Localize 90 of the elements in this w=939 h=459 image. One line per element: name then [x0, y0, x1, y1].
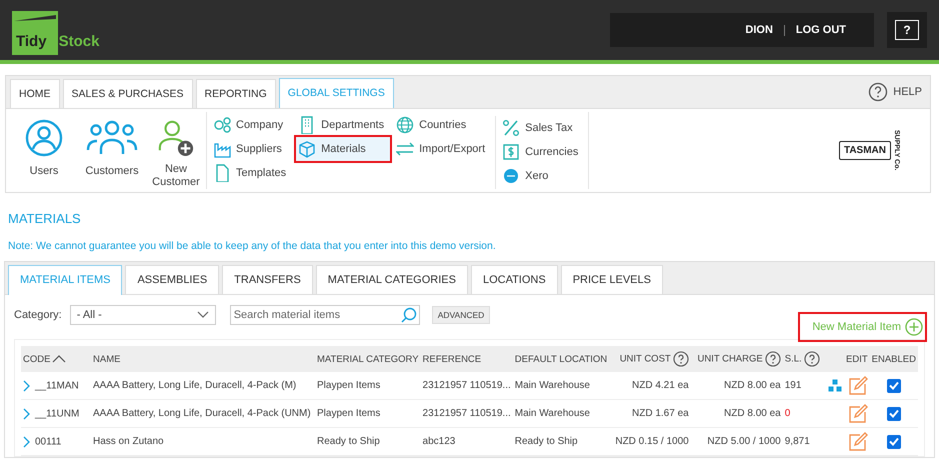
- add-circle-icon: [905, 318, 923, 336]
- checkbox[interactable]: [886, 434, 901, 448]
- user-name[interactable]: DION: [745, 24, 773, 36]
- table-cell: __11MAN: [35, 380, 79, 392]
- ribbon-link[interactable]: Currencies: [500, 140, 584, 164]
- ribbon-link[interactable]: Sales Tax: [500, 116, 584, 140]
- table-cell: 23121957 110519...: [422, 380, 511, 391]
- help-icon: [868, 82, 888, 102]
- table-cell: NZD 1.67 ea: [632, 408, 689, 419]
- table-cell: Playpen Items: [317, 408, 380, 419]
- table-cell: Main Warehouse: [514, 380, 590, 391]
- column-header: REFERENCE: [420, 346, 513, 372]
- note-text: Note: We cannot guarantee you will be able to keep any of the data that you enter into this demo version.: [8, 240, 497, 252]
- table-cell: 23121957 110519...: [422, 408, 511, 419]
- add-user-icon: [156, 118, 196, 156]
- table-cell: Main Warehouse: [514, 408, 590, 419]
- page-title: MATERIALS: [8, 211, 82, 226]
- ribbon-link[interactable]: Materials: [296, 137, 390, 161]
- table-cell: AAAA Battery, Long Life, Duracell, 4-Pack (M): [93, 380, 296, 391]
- chevron-down-icon: [196, 311, 209, 319]
- column-header: ENABLED: [870, 346, 918, 372]
- checkbox[interactable]: [886, 378, 901, 392]
- column-header: EDIT: [822, 346, 870, 372]
- ribbon-link[interactable]: Countries: [394, 113, 492, 137]
- nav-tab[interactable]: SALES & PURCHASES: [62, 79, 193, 108]
- table-cell: abc123: [422, 436, 456, 447]
- ribbon-link[interactable]: Import/Export: [394, 137, 492, 161]
- ribbon-item[interactable]: Customers: [78, 112, 146, 189]
- ribbon-link[interactable]: Company: [211, 113, 292, 137]
- table-cell: __11UNM: [35, 408, 80, 420]
- ribbon-link[interactable]: Departments: [296, 113, 390, 137]
- table-cell: NZD 8.00 ea: [724, 380, 781, 391]
- chevron-right-icon: [23, 380, 31, 392]
- column-header[interactable]: CODE: [21, 346, 91, 372]
- category-dropdown[interactable]: - All -: [70, 305, 216, 325]
- chevron-right-icon: [23, 436, 31, 448]
- column-header: DEFAULT LOCATION: [512, 346, 610, 372]
- sort-up-icon: [52, 354, 66, 364]
- help-icon: [764, 351, 781, 367]
- tab[interactable]: PRICE LEVELS: [560, 265, 663, 294]
- dollar-icon: [502, 143, 520, 161]
- table-cell: 9,871: [784, 436, 810, 447]
- table-cell: NZD 8.00 ea: [724, 408, 781, 419]
- advanced-button[interactable]: ADVANCED: [432, 306, 490, 324]
- ribbon-link[interactable]: Xero: [500, 164, 584, 188]
- ribbon-item[interactable]: Users: [10, 112, 78, 189]
- nav-tab[interactable]: REPORTING: [196, 79, 276, 108]
- table-cell: 00111: [35, 436, 62, 448]
- globe-icon: [396, 116, 414, 134]
- table-cell: NZD 0.15 / 1000: [615, 436, 689, 447]
- table-cell: NZD 5.00 / 1000: [707, 436, 781, 447]
- ribbon-link[interactable]: Templates: [211, 161, 292, 185]
- column-header: NAME: [91, 346, 315, 372]
- tab[interactable]: ASSEMBLIES: [125, 265, 220, 294]
- logout-link[interactable]: LOG OUT: [796, 24, 846, 36]
- arrows-icon: [396, 140, 414, 158]
- logo-mark-icon: [12, 11, 58, 55]
- table-cell: Hass on Zutano: [93, 436, 164, 447]
- help-link[interactable]: HELP: [868, 82, 922, 102]
- help-button[interactable]: ?: [887, 12, 927, 48]
- table-cell: AAAA Battery, Long Life, Duracell, 4-Pack (UNM): [93, 408, 311, 419]
- column-header: UNIT CHARGE: [690, 346, 783, 372]
- table-cell: Playpen Items: [317, 380, 380, 391]
- ribbon-item[interactable]: New Customer: [146, 112, 206, 189]
- ribbon-link[interactable]: Suppliers: [211, 137, 292, 161]
- logo-text: Tidy: [16, 33, 47, 50]
- column-header: S.L.: [782, 346, 822, 372]
- user-icon: [24, 118, 64, 158]
- tab[interactable]: MATERIAL CATEGORIES: [316, 265, 468, 294]
- percent-icon: [502, 119, 520, 137]
- tab[interactable]: TRANSFERS: [222, 265, 313, 294]
- search-field[interactable]: Search material items: [230, 305, 420, 325]
- nav-tab[interactable]: HOME: [10, 79, 60, 108]
- table-cell: 191: [784, 380, 802, 391]
- logo-text: Stock: [58, 33, 100, 50]
- help-icon: [672, 351, 689, 367]
- box-icon: [298, 140, 316, 158]
- search-icon: [400, 307, 417, 323]
- brand-name: TASMAN: [838, 141, 891, 160]
- table-cell: NZD 4.21 ea: [632, 380, 689, 391]
- column-header: MATERIAL CATEGORY: [315, 346, 421, 372]
- table-cell: Ready to Ship: [514, 436, 578, 447]
- checkbox[interactable]: [886, 406, 901, 420]
- help-icon: [804, 351, 820, 367]
- table-cell: 0: [784, 408, 790, 419]
- table-cell: Ready to Ship: [317, 436, 380, 447]
- chevron-right-icon: [23, 408, 31, 420]
- tab[interactable]: LOCATIONS: [470, 265, 558, 294]
- category-label: Category:: [14, 309, 62, 321]
- column-header: UNIT COST: [609, 346, 691, 372]
